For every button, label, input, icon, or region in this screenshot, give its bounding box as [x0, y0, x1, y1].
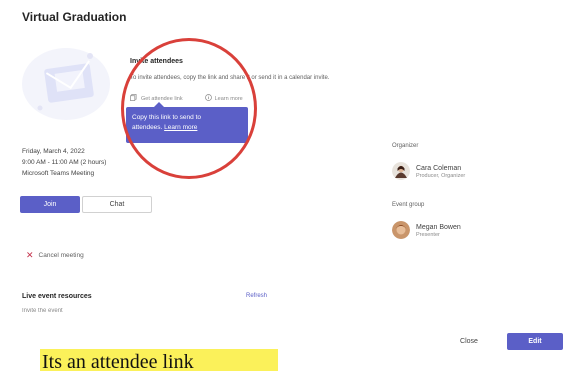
- meeting-date: Friday, March 4, 2022: [22, 148, 85, 155]
- organizer-person: Cara Coleman Producer, Organizer: [392, 162, 465, 180]
- chat-button[interactable]: Chat: [82, 196, 152, 213]
- highlight-circle: [121, 38, 257, 179]
- cancel-meeting-button[interactable]: ✕ Cancel meeting: [26, 250, 84, 261]
- cancel-meeting-label: Cancel meeting: [38, 252, 84, 259]
- close-button[interactable]: Close: [448, 333, 490, 350]
- caption-banner: Its an attendee link: [40, 349, 278, 371]
- refresh-link[interactable]: Refresh: [246, 293, 267, 299]
- resources-cut-text: Invite the event: [22, 308, 63, 314]
- avatar: [392, 162, 410, 180]
- avatar: [392, 221, 410, 239]
- event-group-label: Event group: [392, 202, 425, 208]
- event-group-role: Presenter: [416, 231, 440, 238]
- dialog-title: Virtual Graduation: [22, 10, 127, 24]
- organizer-role: Producer, Organizer: [416, 172, 466, 179]
- caption-text: Its an attendee link: [42, 351, 194, 371]
- resources-heading: Live event resources: [22, 293, 92, 300]
- event-group-name: Megan Bowen: [416, 223, 461, 231]
- meeting-location: Microsoft Teams Meeting: [22, 170, 95, 177]
- organizer-name: Cara Coleman: [416, 164, 462, 172]
- envelope-illustration-icon: [22, 48, 110, 120]
- close-icon: ✕: [26, 250, 34, 260]
- event-group-person: Megan Bowen Presenter: [392, 221, 461, 239]
- edit-button[interactable]: Edit: [507, 333, 563, 350]
- organizer-label: Organizer: [392, 143, 419, 149]
- meeting-details: Friday, March 4, 2022 9:00 AM - 11:00 AM…: [22, 146, 106, 179]
- meeting-time: 9:00 AM - 11:00 AM (2 hours): [22, 159, 107, 166]
- join-button[interactable]: Join: [20, 196, 80, 213]
